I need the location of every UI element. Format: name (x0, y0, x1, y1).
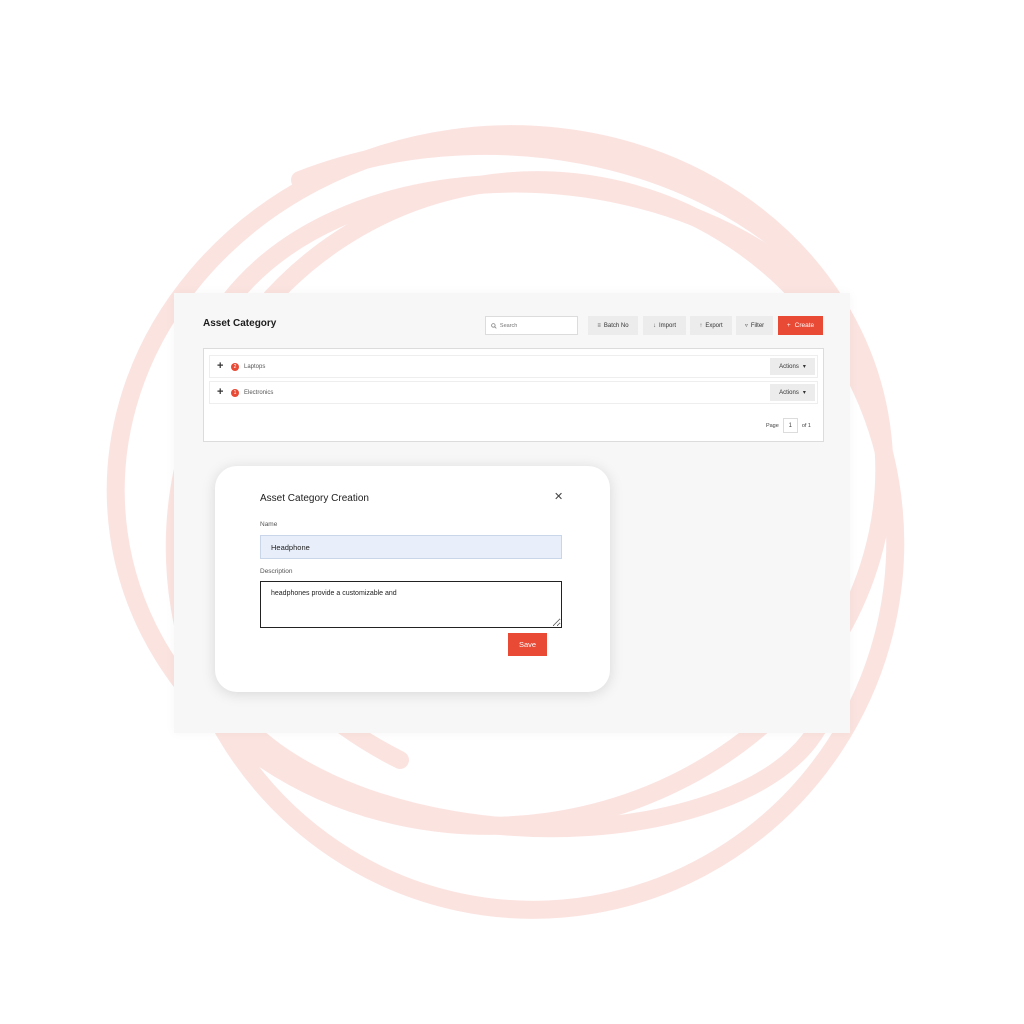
import-label: Import (658, 322, 676, 329)
list-item[interactable]: + 1 Electronics Actions ▾ (209, 381, 818, 404)
arrow-down-icon: ↓ (652, 322, 656, 329)
page-total: of 1 (801, 422, 811, 429)
count-badge: 2 (231, 362, 239, 371)
create-label: Create (794, 322, 815, 329)
name-label: Name (260, 521, 278, 528)
expand-plus-icon[interactable]: + (217, 387, 227, 398)
close-icon[interactable]: ✕ (554, 492, 563, 503)
filter-label: Filter (750, 322, 765, 329)
save-button[interactable]: Save (508, 633, 547, 656)
page-title: Asset Category (203, 318, 277, 329)
filter-icon: ▿ (744, 323, 748, 329)
modal-title: Asset Category Creation (260, 493, 369, 504)
description-label: Description (260, 568, 293, 575)
filter-button[interactable]: ▿ Filter (736, 316, 773, 335)
page-label: Page (765, 422, 779, 429)
search-box[interactable] (485, 316, 578, 335)
list-icon: ≡ (597, 322, 601, 329)
pagination: Page 1 of 1 (766, 418, 811, 433)
page-number-input[interactable]: 1 (782, 418, 798, 433)
export-button[interactable]: ↑ Export (690, 316, 732, 335)
import-button[interactable]: ↓ Import (643, 316, 686, 335)
category-name: Electronics (244, 389, 274, 396)
actions-label: Actions (779, 389, 799, 396)
count-badge: 1 (231, 388, 239, 397)
expand-plus-icon[interactable]: + (217, 361, 227, 372)
caret-down-icon: ▾ (802, 390, 806, 396)
batch-no-button[interactable]: ≡ Batch No (588, 316, 638, 335)
description-textarea[interactable]: headphones provide a customizable and (260, 581, 562, 628)
export-label: Export (705, 322, 723, 329)
caret-down-icon: ▾ (802, 364, 806, 370)
asset-category-creation-modal: Asset Category Creation ✕ Name Descripti… (215, 466, 610, 692)
batch-no-label: Batch No (603, 322, 629, 329)
search-input[interactable] (499, 322, 577, 329)
list-item[interactable]: + 2 Laptops Actions ▾ (209, 355, 818, 378)
category-list: + 2 Laptops Actions ▾ + 1 Electronics Ac… (203, 348, 824, 442)
plus-icon: + (786, 322, 791, 329)
name-input[interactable] (260, 535, 562, 559)
create-button[interactable]: + Create (778, 316, 823, 335)
category-name: Laptops (244, 363, 266, 370)
search-icon (491, 322, 497, 329)
actions-label: Actions (779, 363, 799, 370)
arrow-up-icon: ↑ (699, 322, 703, 329)
actions-dropdown[interactable]: Actions ▾ (770, 358, 815, 375)
actions-dropdown[interactable]: Actions ▾ (770, 384, 815, 401)
